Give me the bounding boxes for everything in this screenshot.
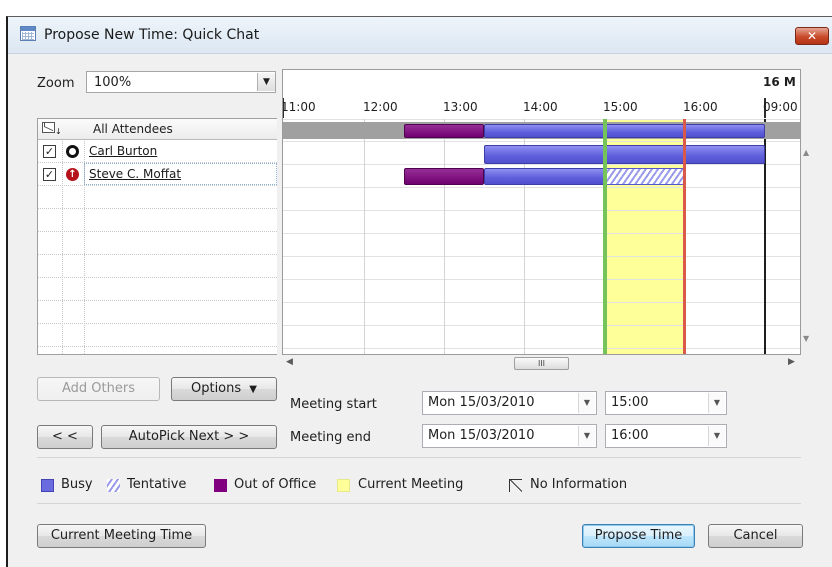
chevron-down-icon[interactable]: ▼ [578, 393, 595, 413]
time-label: 15:00 [603, 100, 638, 114]
current-meeting-legend-label: Current Meeting [358, 477, 464, 492]
scroll-up-icon[interactable]: ▲ [803, 148, 809, 157]
meeting-end-label: Meeting end [290, 430, 372, 445]
sort-arrow-icon: ↓ [55, 127, 62, 136]
horizontal-scrollbar[interactable]: ◀ III ▶ [282, 355, 801, 372]
previous-button[interactable]: < < [37, 425, 93, 449]
time-label: 12:00 [363, 100, 398, 114]
attendee-name[interactable]: Carl Burton [89, 144, 157, 158]
tentative-swatch [107, 479, 120, 492]
no-information-swatch [509, 479, 522, 492]
scroll-down-icon[interactable]: ▼ [803, 334, 809, 343]
attendee-checkbox[interactable]: ✓ [43, 145, 56, 158]
attendee-row[interactable]: ✓ Carl Burton [38, 141, 277, 163]
time-label: 11:00 [282, 100, 316, 114]
meeting-start-label: Meeting start [290, 397, 377, 412]
scroll-right-icon[interactable]: ▶ [788, 357, 795, 367]
all-attendees-label: All Attendees [93, 122, 173, 136]
meeting-start-time-select[interactable]: 15:00 ▼ [605, 391, 727, 415]
tentative-legend-label: Tentative [127, 477, 187, 492]
attendee-checkbox[interactable]: ✓ [43, 168, 56, 181]
meeting-start-marker[interactable] [603, 119, 607, 354]
meeting-end-time-select[interactable]: 16:00 ▼ [605, 424, 727, 448]
start-date-value: Mon 15/03/2010 [428, 395, 535, 410]
organizer-icon [66, 145, 79, 158]
calendar-icon [20, 26, 36, 41]
meeting-end-date-select[interactable]: Mon 15/03/2010 ▼ [422, 424, 597, 448]
zoom-value: 100% [94, 75, 132, 90]
time-label: 14:00 [523, 100, 558, 114]
end-time-value: 16:00 [611, 428, 649, 443]
end-date-value: Mon 15/03/2010 [428, 428, 535, 443]
tentative-bar [605, 168, 684, 185]
divider [37, 457, 801, 458]
divider [37, 503, 801, 504]
out-of-office-legend-label: Out of Office [234, 477, 317, 492]
date-label: 16 M [763, 75, 796, 89]
options-label: Options [190, 381, 242, 396]
time-label: 09:00 [763, 100, 798, 114]
busy-legend-label: Busy [61, 477, 93, 492]
attendee-list-header[interactable]: ↓ All Attendees [38, 119, 277, 140]
non-working-hours-strip [765, 122, 800, 139]
envelope-icon [42, 122, 55, 133]
selected-row-outline [84, 163, 277, 185]
busy-bar [484, 145, 765, 164]
out-of-office-bar [404, 168, 484, 185]
busy-bar [484, 168, 605, 185]
meeting-start-date-select[interactable]: Mon 15/03/2010 ▼ [422, 391, 597, 415]
propose-time-button[interactable]: Propose Time [582, 524, 695, 548]
out-of-office-swatch [214, 479, 227, 492]
chevron-down-icon[interactable]: ▼ [578, 426, 595, 446]
busy-bar [484, 124, 765, 138]
current-meeting-time-button[interactable]: Current Meeting Time [37, 524, 206, 548]
chevron-down-icon[interactable]: ▼ [257, 73, 275, 91]
add-others-button[interactable]: Add Others [37, 377, 160, 401]
zoom-select[interactable]: 100% ▼ [86, 71, 276, 93]
chevron-down-icon: ▼ [249, 384, 257, 395]
time-label: 13:00 [443, 100, 478, 114]
out-of-office-bar [404, 124, 484, 138]
chevron-down-icon[interactable]: ▼ [708, 426, 725, 446]
zoom-label: Zoom [37, 76, 75, 91]
meeting-end-marker[interactable] [683, 119, 686, 354]
required-attendee-icon: ↑ [66, 168, 79, 181]
autopick-next-button[interactable]: AutoPick Next > > [101, 425, 277, 449]
title-bar: Propose New Time: Quick Chat ✕ [8, 17, 832, 54]
scrollbar-thumb[interactable]: III [514, 357, 569, 370]
vertical-scrollbar[interactable]: ▲ ▼ [801, 118, 818, 355]
scroll-left-icon[interactable]: ◀ [286, 357, 293, 367]
scheduling-grid[interactable]: 16 M 11:00 12:00 13:00 14:00 15:00 16:00… [282, 69, 801, 355]
cancel-button[interactable]: Cancel [708, 524, 803, 548]
close-button[interactable]: ✕ [795, 27, 829, 45]
time-label: 16:00 [683, 100, 718, 114]
busy-swatch [41, 479, 54, 492]
chevron-down-icon[interactable]: ▼ [708, 393, 725, 413]
no-information-legend-label: No Information [530, 477, 628, 492]
options-button[interactable]: Options ▼ [171, 377, 277, 401]
current-meeting-swatch [337, 479, 350, 492]
attendee-list: ↓ All Attendees ✓ Carl Burton ✓ ↑ Steve … [37, 118, 277, 355]
dialog-title: Propose New Time: Quick Chat [44, 27, 260, 43]
start-time-value: 15:00 [611, 395, 649, 410]
